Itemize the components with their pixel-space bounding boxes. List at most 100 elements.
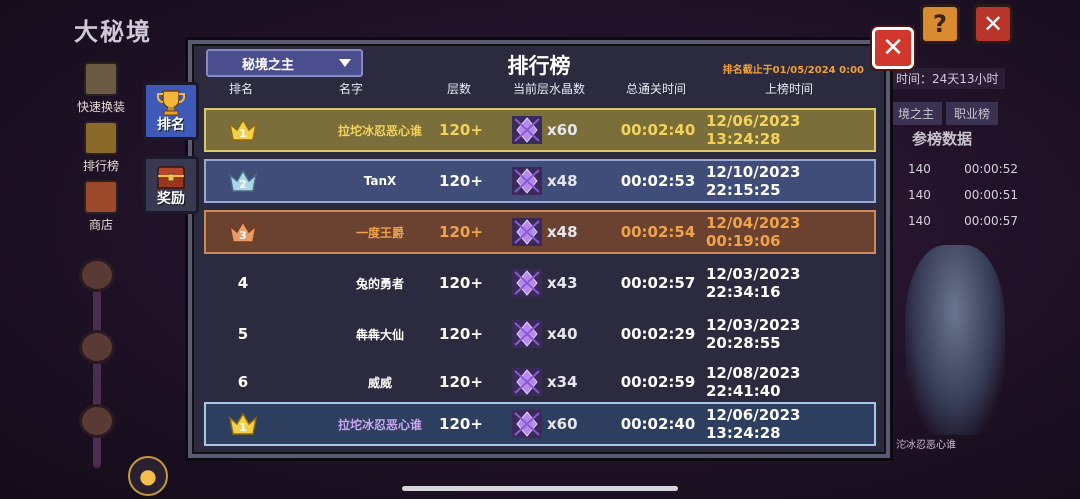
table-row[interactable]: 3 一度王爵 120+ x48 00:02:54 12/04/2023 00:1… <box>204 210 876 254</box>
crystal-icon <box>512 167 542 195</box>
crystal-count: x48 <box>547 223 578 241</box>
season-tabs: 境之主 职业榜 <box>890 102 999 125</box>
home-indicator[interactable] <box>402 486 678 491</box>
close-button[interactable]: ✕ <box>872 27 914 69</box>
crystal-count-cell: x48 <box>511 212 586 252</box>
listed-time: 12/08/2023 22:41:40 <box>706 364 801 400</box>
floor-value: 120+ <box>439 274 483 292</box>
crystal-icon <box>512 320 542 348</box>
trophy-icon <box>84 121 118 155</box>
listed-time: 12/10/2023 22:15:25 <box>706 163 801 199</box>
listed-time: 12/06/2023 13:24:28 <box>706 406 801 442</box>
tab-label: 排名 <box>157 117 185 133</box>
trophy-icon <box>157 90 185 116</box>
modal-header: 秘境之主 排行榜 排名截止于01/05/2024 0:00 <box>192 44 886 82</box>
crystal-count-cell: x60 <box>511 404 586 444</box>
floor-value: 140 <box>908 188 931 202</box>
column-header-rank: 排名 <box>228 82 253 96</box>
crystal-icon <box>512 410 542 438</box>
rank-cell: 1 <box>206 110 280 150</box>
crystal-count: x60 <box>547 415 578 433</box>
boss-monster <box>905 245 1005 435</box>
ranking-data-row: 140 00:00:57 <box>908 214 1018 228</box>
rank-cell: 3 <box>206 212 280 252</box>
tab-ranking[interactable]: 排名 <box>143 82 199 140</box>
time-value: 00:00:52 <box>964 162 1018 176</box>
table-row[interactable]: 5 犇犇大仙 120+ x40 00:02:29 12/03/2023 20:2… <box>204 312 876 356</box>
rank-number: 3 <box>239 229 247 242</box>
crystal-icon <box>512 368 542 396</box>
column-header-crystals: 当前层水晶数 <box>512 82 585 96</box>
gold-crown-icon: 1 <box>228 412 258 436</box>
crystal-count-cell: x34 <box>511 362 586 402</box>
floor-value: 120+ <box>439 373 483 391</box>
floor-value: 140 <box>908 214 931 228</box>
tab-class-board[interactable]: 职业榜 <box>946 102 999 125</box>
rank-number: 1 <box>239 421 247 434</box>
rank-cell: 2 <box>206 161 280 201</box>
tab-rewards[interactable]: 奖励 <box>143 156 199 214</box>
crystal-icon <box>512 116 542 144</box>
column-header-listed-at: 上榜时间 <box>764 82 813 96</box>
rank-number: 1 <box>239 127 247 140</box>
listed-time: 12/06/2023 13:24:28 <box>706 112 801 148</box>
crystal-count-cell: x40 <box>511 314 586 354</box>
crystal-count: x48 <box>547 172 578 190</box>
crystal-icon <box>512 269 542 297</box>
ranking-cutoff-text: 排名截止于01/05/2024 0:00 <box>722 65 864 76</box>
help-button[interactable]: ? <box>920 4 960 44</box>
exit-button[interactable]: ✕ <box>973 4 1013 44</box>
my-rank-row[interactable]: 1 拉坨冰忍恶心谁 120+ x60 00:02:40 12/06/2023 1… <box>204 402 876 446</box>
table-row[interactable]: 2 TanX 120+ x48 00:02:53 12/10/2023 22:1… <box>204 159 876 203</box>
page-title: 大秘境 <box>74 18 152 46</box>
listed-time: 12/03/2023 20:28:55 <box>706 316 801 352</box>
crystal-count: x40 <box>547 325 578 343</box>
clear-time: 00:02:29 <box>620 325 696 343</box>
clear-time: 00:02:54 <box>620 223 696 241</box>
side-nav-shop[interactable]: 商店 <box>70 180 132 233</box>
clear-time: 00:02:59 <box>620 373 696 391</box>
listed-time: 12/03/2023 22:34:16 <box>706 265 801 301</box>
floor-node <box>79 404 115 438</box>
side-nav-label: 排行榜 <box>82 159 119 173</box>
shop-icon <box>84 180 118 214</box>
tab-realm-master[interactable]: 境之主 <box>890 102 943 125</box>
ranking-data-row: 140 00:00:51 <box>908 188 1018 202</box>
swap-gear-icon <box>84 62 118 96</box>
crystal-count: x34 <box>547 373 578 391</box>
column-header-clear-time: 总通关时间 <box>625 82 686 96</box>
time-value: 00:00:57 <box>964 214 1018 228</box>
map-pin-icon[interactable]: ● <box>128 456 168 496</box>
rank-number: 5 <box>237 325 249 343</box>
rank-cell: 1 <box>206 404 280 444</box>
rank-number: 2 <box>239 178 247 191</box>
crystal-count-cell: x48 <box>511 161 586 201</box>
side-nav-label: 快速换装 <box>76 100 125 114</box>
side-nav-quick-swap[interactable]: 快速换装 <box>70 62 132 115</box>
rank-number: 6 <box>237 373 249 391</box>
floor-value: 120+ <box>439 325 483 343</box>
crystal-icon <box>512 218 542 246</box>
treasure-chest-icon <box>157 166 185 189</box>
crystal-count: x43 <box>547 274 578 292</box>
floor-value: 140 <box>908 162 931 176</box>
clear-time: 00:02:40 <box>620 121 696 139</box>
column-header-floor: 层数 <box>446 82 471 96</box>
crystal-count-cell: x43 <box>511 263 586 303</box>
side-nav-leaderboard[interactable]: 排行榜 <box>70 121 132 174</box>
ranking-data-row: 140 00:00:52 <box>908 162 1018 176</box>
tab-label: 奖励 <box>157 191 185 207</box>
rank-number: 4 <box>237 274 249 292</box>
table-row[interactable]: 6 威威 120+ x34 00:02:59 12/08/2023 22:41:… <box>204 360 876 404</box>
bronze-crown-icon: 3 <box>228 220 258 244</box>
player-name-tag: 沱冰忍恶心谁 <box>896 440 956 451</box>
gold-crown-icon: 1 <box>228 118 258 142</box>
floor-value: 120+ <box>439 172 483 190</box>
crystal-count-cell: x60 <box>511 110 586 150</box>
season-time-left: 时间：24天13小时 <box>890 68 1005 89</box>
table-row[interactable]: 4 兔的勇者 120+ x43 00:02:57 12/03/2023 22:3… <box>204 261 876 305</box>
side-nav: 快速换装 排行榜 商店 <box>70 62 132 233</box>
floor-value: 120+ <box>439 121 483 139</box>
floor-node <box>79 330 115 364</box>
table-row[interactable]: 1 拉坨冰忍恶心谁 120+ x60 00:02:40 12/06/2023 1… <box>204 108 876 152</box>
